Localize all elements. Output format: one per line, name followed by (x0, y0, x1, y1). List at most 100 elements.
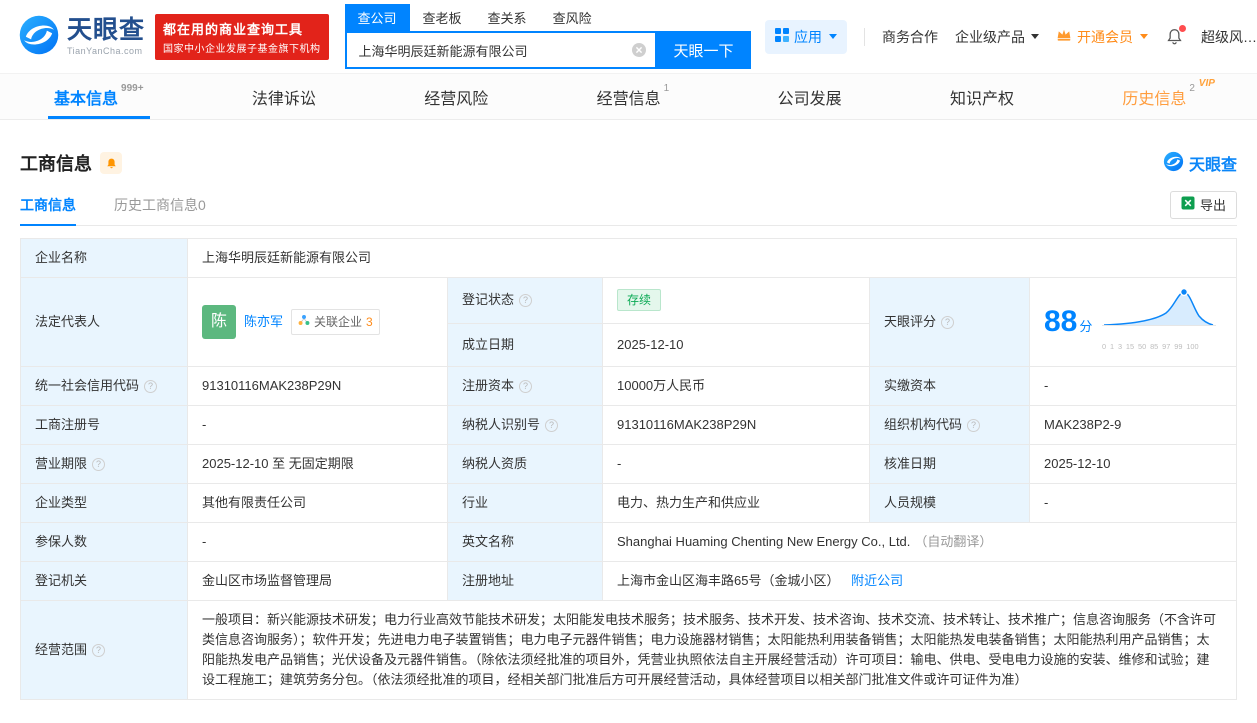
table-row: 营业期限? 2025-12-10 至 无固定期限 纳税人资质 - 核准日期 20… (20, 444, 1237, 484)
help-icon[interactable]: ? (519, 294, 533, 308)
legal-rep-link[interactable]: 陈亦军 (244, 312, 283, 332)
tab-company-development[interactable]: 公司发展 (772, 74, 848, 119)
taxpayer-quality-value: - (602, 444, 870, 484)
established-value: 2025-12-10 (602, 322, 870, 368)
search-tab-relation[interactable]: 查关系 (475, 4, 540, 31)
field-label-text: 登记状态 (462, 292, 515, 308)
help-icon[interactable]: ? (92, 458, 106, 471)
tab-operating-risk[interactable]: 经营风险 (418, 74, 494, 119)
related-companies-chip[interactable]: 关联企业 3 (291, 309, 380, 335)
export-button[interactable]: 导出 (1169, 190, 1237, 219)
english-name-text: Shanghai Huaming Chenting New Energy Co.… (617, 534, 911, 549)
search-tab-company[interactable]: 查公司 (344, 4, 410, 31)
chevron-down-icon (829, 34, 837, 39)
score-value: 88 (1044, 305, 1078, 338)
field-label-taxpayer-quality: 纳税人资质 (447, 444, 603, 484)
tianyancha-logo-text: 天眼查 TianYanCha.com (67, 17, 145, 56)
company-name-value: 上海华明辰廷新能源有限公司 (187, 238, 1237, 278)
help-icon[interactable]: ? (519, 380, 533, 393)
tab-label: 历史信息 (1122, 90, 1187, 108)
legal-rep-cell: 陈 陈亦军 关联企业 3 (187, 277, 448, 367)
tab-intellectual-property[interactable]: 知识产权 (944, 74, 1020, 119)
help-icon[interactable]: ? (967, 419, 981, 432)
field-label-address: 注册地址 (447, 561, 603, 601)
table-row: 企业名称 上海华明辰廷新能源有限公司 (20, 238, 1237, 278)
table-row: 参保人数 - 英文名称 Shanghai Huaming Chenting Ne… (20, 522, 1237, 562)
tab-label: 知识产权 (949, 90, 1014, 108)
auto-translate-note: （自动翻译） (914, 534, 993, 549)
promo-line1: 都在用的商业查询工具 (163, 21, 304, 37)
field-label-reg-number: 工商注册号 (20, 405, 188, 445)
tab-operating-info[interactable]: 经营信息 1 (591, 74, 676, 119)
tab-label: 基本信息 (54, 90, 119, 108)
field-label-text: 纳税人识别号 (462, 417, 541, 432)
related-companies-label: 关联企业 (314, 315, 363, 329)
score-cell[interactable]: 88 分 0 1 3 15 50 85 97 99 100 (1029, 277, 1237, 367)
search-tab-boss[interactable]: 查老板 (410, 4, 475, 31)
subtab-history-business-info[interactable]: 历史工商信息0 (114, 184, 206, 225)
top-menu: 应用 商务合作 企业级产品 开通会员 超级风… (751, 19, 1257, 54)
status-badge: 存续 (617, 289, 662, 312)
table-row: 企业类型 其他有限责任公司 行业 电力、热力生产和供应业 人员规模 - (20, 483, 1237, 523)
tab-legal-proceedings[interactable]: 法律诉讼 (246, 74, 322, 119)
tab-label: 经营风险 (424, 90, 489, 108)
reg-capital-value: 10000万人民币 (602, 366, 870, 406)
field-label-business-scope: 经营范围? (20, 600, 188, 700)
field-label-text: 天眼评分 (884, 314, 937, 329)
vip-badge: VIP (1198, 78, 1215, 89)
table-row: 经营范围? 一般项目：新兴能源技术研发；电力行业高效节能技术研发；太阳能发电技术… (20, 600, 1237, 700)
field-label-staff-size: 人员规模 (869, 483, 1030, 523)
table-row: 登记机关 金山区市场监督管理局 注册地址 上海市金山区海丰路65号（金城小区） … (20, 561, 1237, 601)
field-label-approval-date: 核准日期 (869, 444, 1030, 484)
field-label-company-type: 企业类型 (20, 483, 188, 523)
related-companies-icon (298, 312, 310, 332)
field-label-reg-capital: 注册资本? (447, 366, 603, 406)
field-label-credit-code: 统一社会信用代码? (20, 366, 188, 406)
industry-value: 电力、热力生产和供应业 (602, 483, 870, 523)
menu-vip-label: 开通会员 (1077, 28, 1133, 45)
insured-value: - (187, 522, 448, 562)
menu-divider (864, 27, 865, 46)
tab-label: 法律诉讼 (251, 90, 316, 108)
search-input[interactable] (356, 41, 625, 59)
nearby-companies-link[interactable]: 附近公司 (851, 573, 903, 588)
apps-menu[interactable]: 应用 (765, 19, 847, 54)
notification-bell-icon[interactable] (1165, 25, 1186, 46)
field-label-industry: 行业 (447, 483, 603, 523)
field-label-legal-rep: 法定代表人 (20, 277, 188, 367)
tab-badge: 1 (663, 83, 670, 94)
field-label-org-code: 组织机构代码? (869, 405, 1030, 445)
search-button[interactable]: 天眼一下 (656, 31, 751, 69)
business-term-value: 2025-12-10 至 无固定期限 (187, 444, 448, 484)
notification-dot (1179, 25, 1186, 32)
watermark-text: 天眼查 (1188, 157, 1237, 174)
field-label-english-name: 英文名称 (447, 522, 603, 562)
help-icon[interactable]: ? (92, 644, 106, 657)
monitor-bell-icon[interactable] (100, 152, 122, 174)
export-label: 导出 (1199, 198, 1226, 213)
tab-history-info[interactable]: 历史信息 2 VIP (1116, 74, 1215, 119)
field-label-score: 天眼评分? (869, 277, 1030, 367)
menu-cooperation[interactable]: 商务合作 (882, 27, 938, 47)
english-name-value: Shanghai Huaming Chenting New Energy Co.… (602, 522, 1237, 562)
menu-enterprise-products[interactable]: 企业级产品 (955, 27, 1039, 47)
field-label-reg-authority: 登记机关 (20, 561, 188, 601)
tab-basic-info[interactable]: 基本信息 999+ (48, 74, 150, 119)
search-tabs: 查公司 查老板 查关系 查风险 (344, 4, 751, 31)
menu-super-risk[interactable]: 超级风… (1201, 27, 1257, 47)
paid-capital-value: - (1029, 366, 1237, 406)
help-icon[interactable]: ? (144, 380, 158, 393)
field-label-reg-status: 登记状态? (447, 277, 603, 324)
field-label-taxpayer-id: 纳税人识别号? (447, 405, 603, 445)
score-unit: 分 (1079, 319, 1093, 334)
menu-open-vip[interactable]: 开通会员 (1056, 27, 1148, 47)
search-tab-risk[interactable]: 查风险 (540, 4, 605, 31)
help-icon[interactable]: ? (941, 316, 955, 329)
help-icon[interactable]: ? (545, 419, 559, 432)
company-nav-tabs: 基本信息 999+ 法律诉讼 经营风险 经营信息 1 公司发展 知识产权 历史信… (0, 74, 1257, 120)
business-info-table: 企业名称 上海华明辰廷新能源有限公司 法定代表人 陈 陈亦军 关联企业 3 登记… (20, 238, 1237, 700)
approval-date-value: 2025-12-10 (1029, 444, 1237, 484)
tianyancha-logo[interactable]: 天眼查 TianYanCha.com (18, 14, 145, 59)
subtab-business-info[interactable]: 工商信息 (20, 184, 76, 226)
clear-search-icon[interactable] (631, 42, 647, 58)
